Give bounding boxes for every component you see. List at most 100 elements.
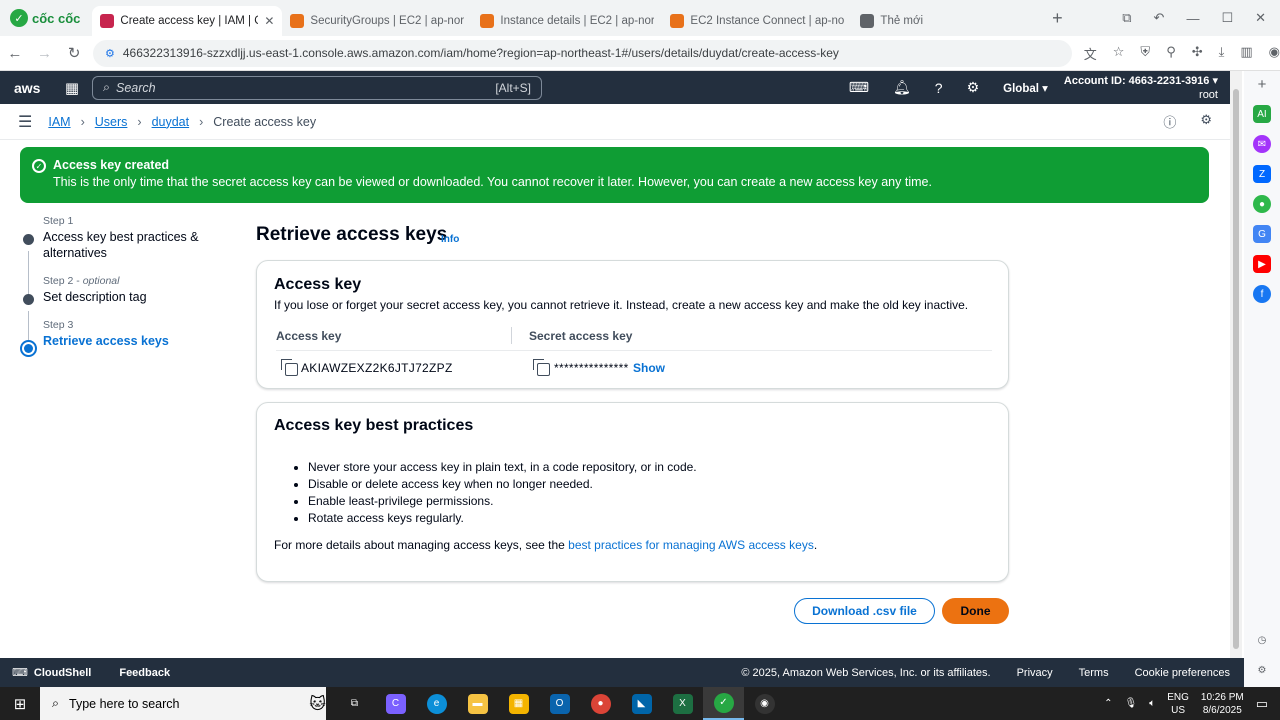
flash-header: Access key created	[53, 158, 170, 172]
browser-tab[interactable]: SecurityGroups | EC2 | ap-north	[282, 6, 472, 36]
account-id: Account ID: 4663-2231-3916 ▾	[1063, 74, 1218, 87]
settings-panel-icon[interactable]: ⚙	[1200, 112, 1212, 131]
info-panel-icon[interactable]: ⓘ	[1163, 112, 1176, 131]
new-tab-button[interactable]: +	[1042, 8, 1072, 29]
edge-icon[interactable]: e	[416, 687, 457, 720]
aws-logo[interactable]: aws	[0, 80, 52, 96]
game-icon[interactable]: ●	[1253, 195, 1271, 213]
cloudshell-button[interactable]: ⌨ CloudShell	[12, 666, 91, 680]
microphone-icon[interactable]: 🎙︎	[1125, 698, 1138, 709]
volume-icon[interactable]: 🔈︎	[1149, 698, 1155, 709]
best-practices-link[interactable]: best practices for managing AWS access k…	[568, 538, 814, 552]
sidebar-icon[interactable]: ▥	[1240, 44, 1252, 63]
notifications-bell-icon[interactable]: 🔔︎	[893, 79, 911, 96]
obs-icon[interactable]: ◉	[744, 687, 785, 720]
breadcrumb-user-duydat[interactable]: duydat	[152, 115, 190, 129]
zalo-icon[interactable]: Z	[1253, 165, 1271, 183]
excel-icon[interactable]: X	[662, 687, 703, 720]
messenger-icon[interactable]: ✉	[1253, 135, 1271, 153]
step-2-label-text: Step 2 -	[43, 275, 83, 287]
minimize-button[interactable]: —	[1186, 11, 1199, 26]
step-2[interactable]: Step 2 - optional Set description tag	[20, 275, 230, 305]
forward-button[interactable]: →	[30, 45, 60, 62]
tab-favicon-icon	[670, 14, 685, 28]
services-grid-icon[interactable]: ▦	[52, 79, 92, 97]
browser-tab[interactable]: Instance details | EC2 | ap-north	[472, 6, 662, 36]
cloudshell-icon[interactable]: ⌨	[849, 79, 869, 96]
scrollbar-thumb[interactable]	[1233, 89, 1239, 649]
help-icon[interactable]: ?	[935, 80, 943, 96]
puzzle-icon[interactable]: ✣	[1192, 44, 1203, 63]
tray-chevron-up-icon[interactable]: ⌃	[1104, 698, 1112, 709]
windows-start-icon[interactable]: ⊞	[0, 695, 40, 713]
chrome-icon[interactable]: ●	[580, 687, 621, 720]
task-view-icon[interactable]: ⧉	[334, 687, 375, 720]
settings-gear-icon[interactable]: ⚙	[967, 79, 980, 96]
url-field[interactable]: ⚙ 466322313916-szzxdljj.us-east-1.consol…	[92, 39, 1072, 67]
page-title: Retrieve access keys	[256, 224, 448, 245]
site-info-icon[interactable]: ⚙	[105, 47, 115, 60]
more-details-prefix: For more details about managing access k…	[274, 538, 569, 552]
translate-app-icon[interactable]: G	[1253, 225, 1271, 243]
clock[interactable]: 10:26 PM 8/6/2025	[1201, 691, 1244, 717]
rail-settings-icon[interactable]: ⚙	[1253, 661, 1271, 679]
cookie-preferences-link[interactable]: Cookie preferences	[1135, 667, 1230, 679]
ai-assistant-icon[interactable]: AI	[1253, 105, 1271, 123]
add-icon[interactable]: +	[1253, 75, 1271, 93]
step-1[interactable]: Step 1 Access key best practices & alter…	[20, 215, 230, 261]
close-window-button[interactable]: ✕	[1255, 10, 1266, 26]
reload-button[interactable]: ↻	[59, 44, 89, 62]
outlook-icon[interactable]: O	[539, 687, 580, 720]
history-icon[interactable]: ◷	[1253, 631, 1271, 649]
maximize-button[interactable]: ☐	[1221, 10, 1233, 26]
feedback-link[interactable]: Feedback	[119, 667, 170, 679]
translate-icon[interactable]: 文	[1084, 44, 1097, 63]
bookmark-star-icon[interactable]: ☆	[1113, 44, 1125, 63]
language-indicator[interactable]: ENG US	[1167, 691, 1189, 717]
profile-icon[interactable]: ◉	[1269, 44, 1280, 63]
close-tab-icon[interactable]: ✕	[264, 14, 274, 28]
breadcrumb-iam[interactable]: IAM	[48, 115, 70, 129]
breadcrumb: ☰ IAM › Users › duydat › Create access k…	[0, 104, 1230, 140]
browser-tab[interactable]: EC2 Instance Connect | ap-north	[662, 6, 852, 36]
copy-access-key-icon[interactable]	[281, 359, 298, 376]
tab-title: SecurityGroups | EC2 | ap-north	[310, 15, 465, 27]
browser-tab[interactable]: Thẻ mới	[852, 6, 1042, 36]
best-practices-card: Access key best practices Never store yo…	[256, 402, 1009, 582]
page-scrollbar[interactable]	[1230, 71, 1242, 658]
taskbar-search-input[interactable]: ⌕ Type here to search 🐱︎	[40, 687, 326, 720]
show-secret-link[interactable]: Show	[633, 361, 665, 375]
done-button[interactable]: Done	[942, 598, 1009, 624]
side-nav-menu-icon[interactable]: ☰	[18, 112, 32, 132]
file-explorer-icon[interactable]: ▬	[457, 687, 498, 720]
store-icon[interactable]: ▦	[498, 687, 539, 720]
back-button[interactable]: ←	[0, 45, 30, 62]
aws-search-input[interactable]: ⌕ Search [Alt+S]	[92, 75, 542, 100]
vscode-icon[interactable]: ◣	[621, 687, 662, 720]
region-selector[interactable]: Global ▾	[1003, 81, 1048, 95]
download-icon[interactable]: ⤓	[1219, 44, 1225, 63]
facebook-icon[interactable]: f	[1253, 285, 1271, 303]
step-2-dot-icon	[23, 294, 34, 305]
account-menu[interactable]: Account ID: 4663-2231-3916 ▾ root	[1064, 74, 1230, 102]
tab-search-icon[interactable]: ⧉	[1122, 10, 1131, 26]
extension-icon[interactable]: ⚲	[1166, 44, 1176, 63]
wizard-steps: Step 1 Access key best practices & alter…	[20, 215, 230, 363]
coccoc-taskbar-icon[interactable]: ✓	[703, 687, 744, 720]
copilot-icon[interactable]: C	[375, 687, 416, 720]
breadcrumb-users[interactable]: Users	[95, 115, 128, 129]
shield-icon[interactable]: ⛨	[1140, 44, 1150, 63]
terms-link[interactable]: Terms	[1079, 667, 1109, 679]
tab-favicon-icon	[290, 14, 305, 28]
current-step-icon	[20, 340, 37, 357]
browser-tab[interactable]: Create access key | IAM | G ✕	[92, 6, 283, 36]
access-key-card-title: Access key	[274, 276, 362, 293]
copy-secret-key-icon[interactable]	[533, 359, 550, 376]
notification-center-icon[interactable]: ▭	[1256, 696, 1268, 712]
privacy-link[interactable]: Privacy	[1017, 667, 1053, 679]
tab-favicon-icon	[480, 14, 495, 28]
download-csv-button[interactable]: Download .csv file	[794, 598, 935, 624]
youtube-icon[interactable]: ▶	[1253, 255, 1271, 273]
back-history-icon[interactable]: ↶	[1154, 10, 1165, 26]
info-link[interactable]: Info	[441, 234, 459, 245]
